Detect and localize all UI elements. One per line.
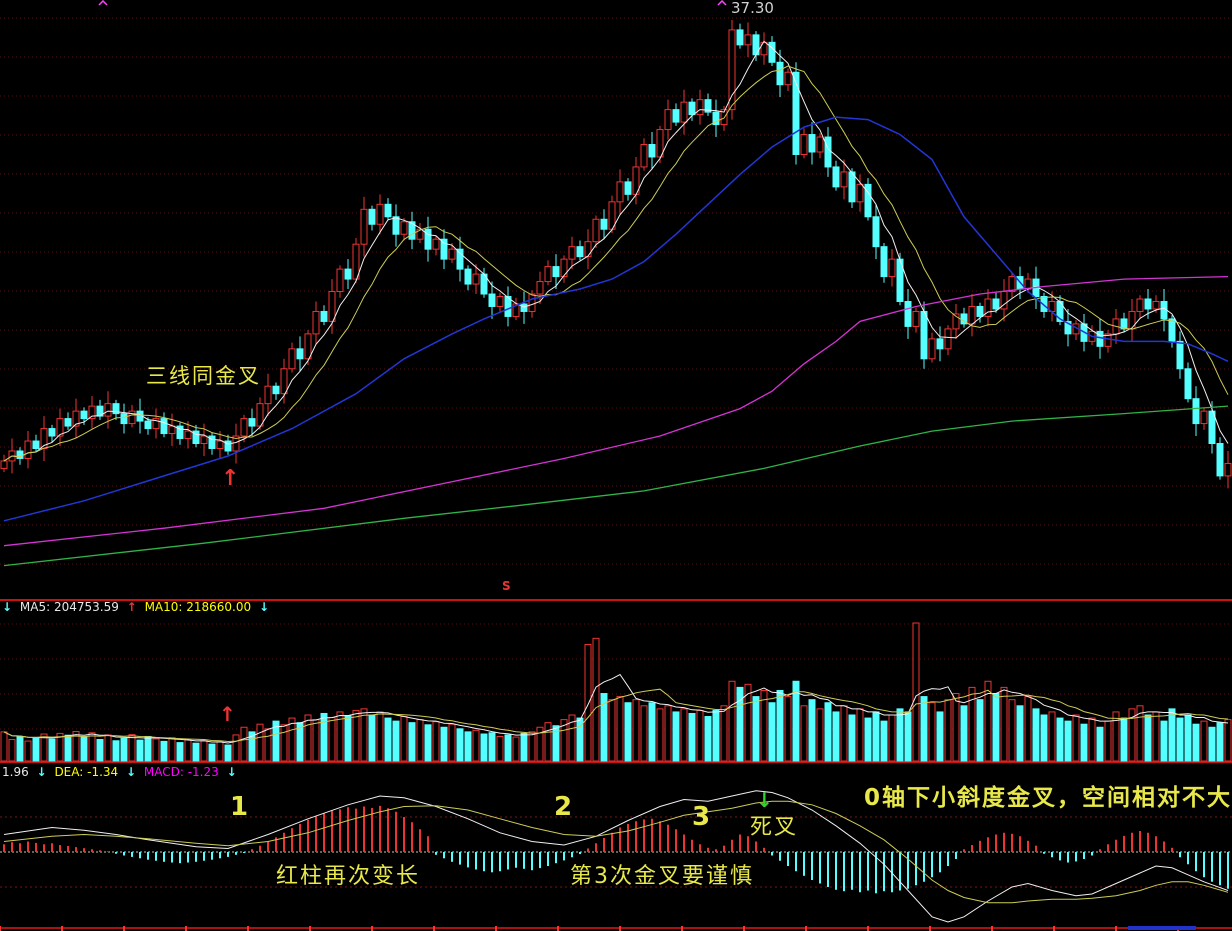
death-cross-annotation: 死叉 xyxy=(750,817,798,839)
macd-dea-value: DEA: -1.34 xyxy=(54,765,118,779)
golden-cross-2-label: 2 xyxy=(554,794,572,820)
macd-down-arrow-icon: ↓ xyxy=(227,765,237,779)
golden-cross-3-label: 3 xyxy=(692,804,710,830)
ex-dividend-s-marker: S xyxy=(502,580,511,592)
macd-dif-down-arrow-icon: ↓ xyxy=(37,765,47,779)
volume-ma5-up-arrow-icon: ↑ xyxy=(127,600,137,614)
death-cross-down-arrow-icon: ↓ xyxy=(756,790,773,810)
peak-price-label: 37.30 xyxy=(731,1,774,16)
macd-dif-value: 1.96 xyxy=(2,765,29,779)
volume-up-arrow-icon: ↑ xyxy=(219,704,236,724)
volume-indicator-header: ↓ MA5: 204753.59 ↑ MA10: 218660.00 ↓ xyxy=(2,601,273,613)
red-bars-longer-annotation: 红柱再次变长 xyxy=(276,866,420,888)
volume-ma5-value: MA5: 204753.59 xyxy=(20,600,119,614)
below-zero-cross-annotation: 0轴下小斜度金叉，空间相对不大 xyxy=(864,787,1232,810)
stock-chart-window: 37.30 三线同金叉 ↑ S ↓ MA5: 204753.59 ↑ MA10:… xyxy=(0,0,1232,931)
macd-indicator-header: 1.96 ↓ DEA: -1.34 ↓ MACD: -1.23 ↓ xyxy=(2,766,241,778)
golden-cross-1-label: 1 xyxy=(230,794,248,820)
volume-ma10-value: MA10: 218660.00 xyxy=(145,600,252,614)
three-line-golden-cross-annotation: 三线同金叉 xyxy=(146,366,261,387)
buy-up-arrow-icon: ↑ xyxy=(221,468,239,490)
macd-dea-down-arrow-icon: ↓ xyxy=(126,765,136,779)
volume-ma10-down-arrow-icon: ↓ xyxy=(259,600,269,614)
scrollbar-thumb[interactable] xyxy=(1128,926,1196,930)
candlestick-pane xyxy=(1,20,1231,488)
macd-value: MACD: -1.23 xyxy=(144,765,219,779)
volume-left-down-arrow-icon: ↓ xyxy=(2,600,12,614)
top-peak-ticks xyxy=(99,1,726,5)
third-golden-cross-annotation: 第3次金叉要谨慎 xyxy=(570,866,754,888)
